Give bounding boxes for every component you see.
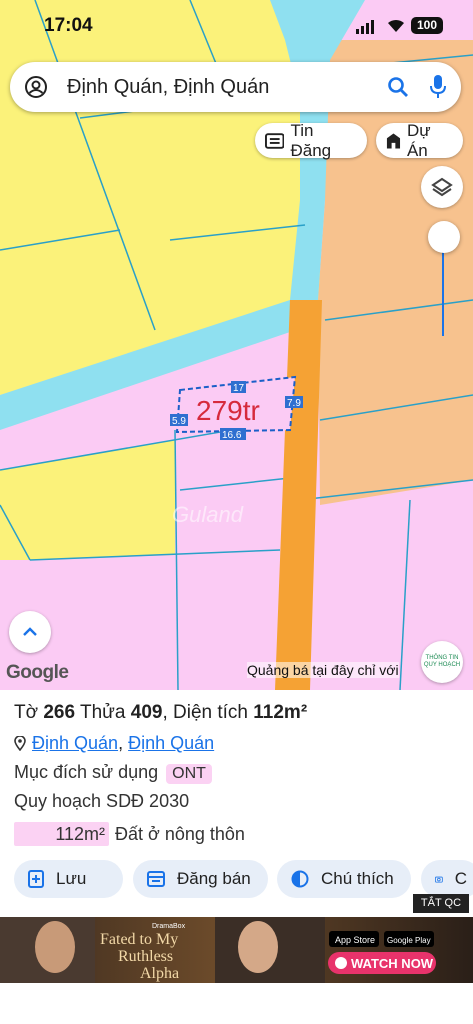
purpose-code-badge: ONT (166, 764, 212, 784)
post-icon (147, 871, 165, 887)
cellular-signal-icon (356, 20, 374, 34)
status-bar: 17:04 100 (0, 0, 473, 52)
tin-dang-label: Tin Đăng (290, 120, 332, 160)
promo-text[interactable]: Quảng bá tại đây chỉ với (247, 662, 399, 678)
app-store-badge: App Store (335, 935, 375, 945)
zoom-slider-handle[interactable] (428, 221, 460, 253)
du-an-label: Dự Án (406, 120, 431, 160)
wifi-icon (388, 19, 404, 32)
layers-button[interactable] (421, 166, 463, 208)
parcel-location: Định Quán, Định Quán (14, 733, 214, 754)
location-separator: , (118, 733, 124, 753)
building-icon (386, 133, 401, 148)
listing-icon (265, 132, 285, 149)
account-icon[interactable] (24, 75, 48, 99)
planning-info-label: THÔNG TIN QUY HOẠCH (423, 655, 461, 668)
watch-now-button: WATCH NOW (351, 956, 434, 971)
microphone-icon[interactable] (428, 74, 448, 100)
camera-icon (435, 876, 443, 883)
planning-info-button[interactable]: THÔNG TIN QUY HOẠCH (421, 641, 463, 683)
ad-headline-3: Alpha (140, 965, 179, 982)
plan-land-type: 112m² Đất ở nông thôn (14, 822, 245, 846)
area-label: , Diện tích (162, 702, 248, 723)
plan-area-badge: 112m² (14, 822, 109, 846)
to-label: Tờ (14, 702, 39, 723)
layers-icon (431, 177, 453, 197)
legend-button[interactable]: Chú thích (277, 860, 411, 898)
post-sale-label: Đăng bán (177, 869, 251, 888)
location-link-1[interactable]: Định Quán (32, 733, 118, 753)
thua-number: 409 (130, 702, 163, 723)
post-sale-button[interactable]: Đăng bán (133, 860, 268, 898)
more-action-label: C (454, 869, 467, 888)
close-ad-button[interactable]: TẮT QC (413, 894, 469, 913)
search-icon[interactable] (386, 75, 410, 99)
parcel-title: Tờ 266 Thửa 409, Diện tích 112m² (14, 702, 307, 724)
search-bar[interactable]: Định Quán, Định Quán (10, 62, 461, 112)
expand-up-button[interactable] (9, 611, 51, 653)
map-watermark: Guland (172, 502, 244, 527)
dim-top: 17 (233, 383, 245, 394)
dim-left: 5.9 (172, 416, 186, 427)
area-value: 112m² (253, 702, 308, 723)
legend-label: Chú thích (321, 869, 394, 888)
more-action-button[interactable]: C (421, 860, 473, 898)
ad-banner[interactable]: DramaBox Fated to My Ruthless Alpha App … (0, 917, 473, 983)
to-number: 266 (43, 702, 76, 723)
status-time: 17:04 (44, 15, 93, 36)
zoom-track[interactable] (442, 240, 444, 336)
thua-label: Thửa (80, 702, 126, 723)
dim-bottom: 16.6 (222, 430, 242, 441)
location-pin-icon (14, 736, 26, 751)
dim-right: 7.9 (287, 398, 301, 409)
save-label: Lưu (56, 869, 87, 888)
purpose-label: Mục đích sử dụng (14, 762, 159, 782)
plan-type-label: Đất ở nông thôn (115, 824, 245, 844)
save-button[interactable]: Lưu (14, 860, 123, 898)
contrast-icon (291, 870, 309, 888)
save-icon (28, 870, 44, 888)
parcel-price-label: 279tr (196, 395, 260, 426)
ad-headline-1: Fated to My (100, 931, 178, 948)
du-an-chip[interactable]: Dự Án (376, 120, 463, 160)
location-link-2[interactable]: Định Quán (128, 733, 214, 753)
search-input[interactable]: Định Quán, Định Quán (67, 76, 269, 99)
ad-headline-2: Ruthless (118, 948, 173, 965)
tin-dang-chip[interactable]: Tin Đăng (255, 120, 367, 160)
google-play-badge: Google Play (387, 936, 431, 945)
chevron-up-icon (23, 627, 37, 636)
plan-label: Quy hoạch SDĐ 2030 (14, 791, 190, 811)
google-logo: Google (6, 662, 69, 683)
ad-brand: DramaBox (152, 923, 186, 930)
battery-indicator: 100 (411, 17, 443, 34)
land-purpose: Mục đích sử dụng ONT (14, 762, 212, 784)
